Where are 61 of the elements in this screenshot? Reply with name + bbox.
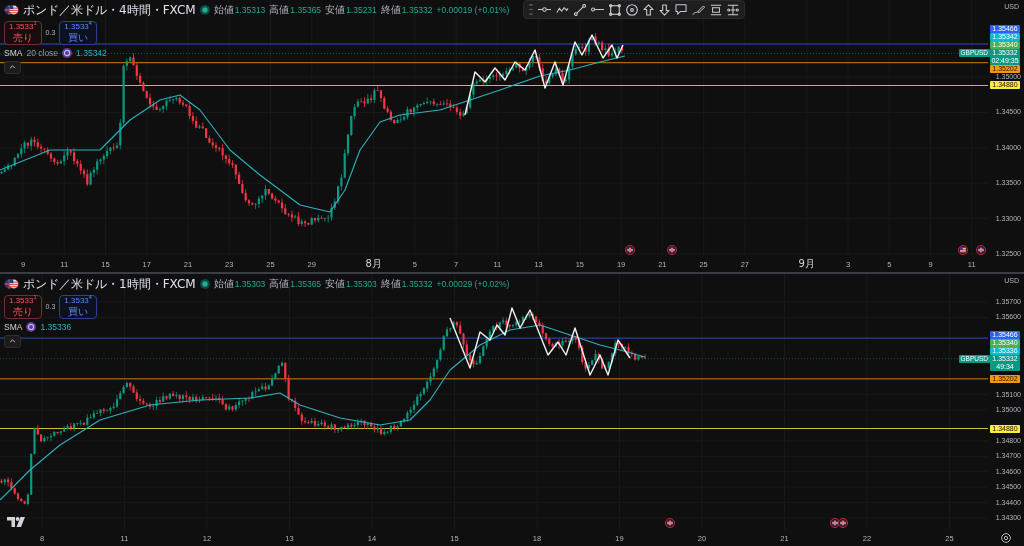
flag-pair-icon: [4, 4, 19, 15]
date-label: 8月: [365, 257, 382, 271]
indicator-params: 20 close: [26, 47, 59, 58]
zigzag-icon[interactable]: [556, 5, 570, 14]
circle-icon[interactable]: [626, 3, 639, 16]
indicator-name: SMA: [4, 321, 23, 332]
measure-icon[interactable]: [727, 3, 740, 16]
ohlc-value: 1.35332: [401, 4, 433, 15]
price-change: +0.00029 (+0.02%): [436, 278, 510, 289]
ohlc-value: 1.35332: [401, 278, 433, 289]
speech-bubble-icon[interactable]: [675, 4, 688, 15]
indicator-name: SMA: [4, 47, 23, 58]
collapse-button[interactable]: [4, 334, 21, 348]
symbol-title[interactable]: ポンド／米ドル・4時間・FXCM: [23, 2, 196, 17]
logo-icon[interactable]: [7, 517, 25, 527]
ohlc-value: 1.35303: [346, 278, 377, 289]
sell-button[interactable]: 1.3533$^{1}$ 売り: [4, 21, 42, 45]
ring-icon: [62, 47, 73, 58]
brush-icon[interactable]: [692, 3, 706, 16]
date-label: 9月: [798, 257, 815, 271]
ohlc-label: 始値: [213, 2, 234, 17]
ohlc-label: 始値: [213, 276, 234, 291]
ray-icon[interactable]: [591, 7, 605, 12]
status-dot-icon: [199, 278, 210, 289]
ohlc-value: 1.35231: [346, 4, 377, 15]
collapse-button[interactable]: [4, 60, 21, 74]
ohlc-label: 安値: [325, 276, 346, 291]
ohlc-value: 1.35303: [234, 278, 266, 289]
settings-icon[interactable]: [1001, 533, 1011, 543]
flag-icon[interactable]: [975, 244, 987, 256]
buy-button[interactable]: 1.3533$^{4}$ 買い: [59, 21, 97, 45]
horizontal-line-icon[interactable]: [538, 7, 552, 12]
ohlc-label: 安値: [325, 2, 346, 17]
caret-up-icon: [9, 65, 16, 70]
flag-icon[interactable]: [957, 244, 969, 256]
ohlc-value: 1.35313: [234, 4, 266, 15]
arrow-up-icon[interactable]: [643, 3, 655, 16]
ohlc-label: 高値: [269, 2, 290, 17]
flag-icon[interactable]: [624, 244, 636, 256]
flag-icon[interactable]: [666, 244, 678, 256]
range-icon[interactable]: [710, 3, 723, 16]
flag-icon[interactable]: [664, 517, 676, 529]
ohlc-label: 終値: [380, 2, 401, 17]
price-change: +0.00019 (+0.01%): [436, 4, 510, 15]
status-dot-icon: [199, 4, 210, 15]
sell-button[interactable]: 1.3533$^{1}$ 売り: [4, 295, 42, 319]
ohlc-label: 高値: [269, 276, 290, 291]
caret-up-icon: [9, 339, 16, 344]
flag-pair-icon: [4, 278, 19, 289]
diagonal-line-icon[interactable]: [574, 3, 587, 16]
arrow-down-icon[interactable]: [659, 3, 671, 16]
rectangle-icon[interactable]: [609, 3, 622, 16]
indicator-value: 1.35336: [40, 321, 72, 332]
ring-icon: [26, 321, 37, 332]
drag-handle-icon[interactable]: [529, 4, 534, 15]
ohlc-label: 終値: [380, 276, 401, 291]
buy-button[interactable]: 1.3533$^{4}$ 買い: [59, 295, 97, 319]
ohlc-value: 1.35365: [290, 278, 322, 289]
symbol-title[interactable]: ポンド／米ドル・1時間・FXCM: [23, 276, 196, 291]
ohlc-value: 1.35365: [290, 4, 322, 15]
indicator-value: 1.35342: [76, 47, 107, 58]
